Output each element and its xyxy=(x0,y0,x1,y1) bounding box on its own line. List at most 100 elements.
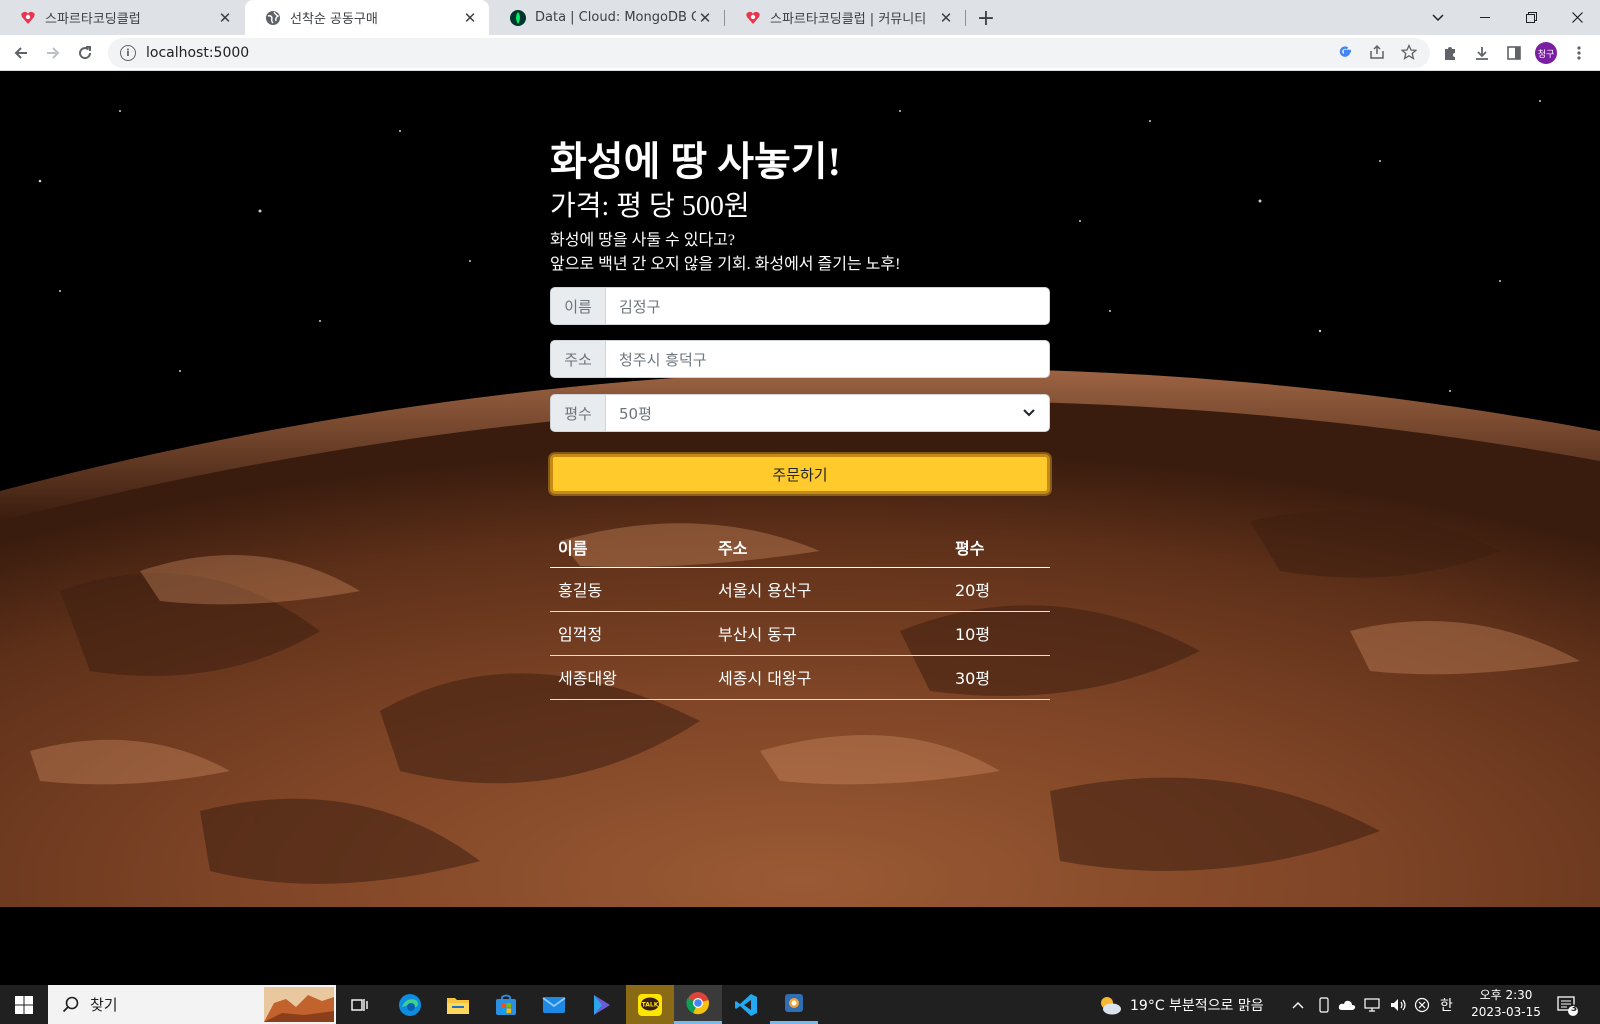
minimize-button[interactable] xyxy=(1462,0,1508,35)
vscode-icon[interactable] xyxy=(722,985,770,1024)
profile-avatar[interactable]: 청구 xyxy=(1535,42,1557,64)
share-icon[interactable] xyxy=(1366,41,1388,63)
forward-button[interactable] xyxy=(39,39,67,67)
size-select[interactable]: 50평 xyxy=(606,395,1009,431)
close-icon[interactable]: ✕ xyxy=(216,9,234,27)
space-background-strip xyxy=(0,907,1600,985)
orders-table: 이름 주소 평수 홍길동 서울시 용산구 20평 임꺽정 부산시 동구 10평 … xyxy=(550,527,1050,700)
power-automate-icon[interactable] xyxy=(578,985,626,1024)
taskbar-search-box[interactable]: 찾기 xyxy=(48,985,336,1024)
windows-logo-icon xyxy=(15,995,33,1014)
sparta-favicon xyxy=(745,10,761,26)
notification-center-button[interactable]: 3 xyxy=(1556,985,1578,1024)
tab-sparta-community[interactable]: 스파르타코딩클럽 | 커뮤니티 ✕ xyxy=(725,0,965,35)
onedrive-cloud-icon[interactable] xyxy=(1338,985,1356,1024)
close-icon[interactable]: ✕ xyxy=(696,9,714,27)
clock-time: 오후 2:30 xyxy=(1479,988,1533,1002)
tab-title: Data | Cloud: MongoDB Cloud xyxy=(535,10,696,25)
chrome-icon[interactable] xyxy=(674,985,722,1024)
chevron-down-icon[interactable] xyxy=(1009,395,1049,431)
address-input[interactable]: 청주시 흥덕구 xyxy=(606,341,1049,377)
table-row: 홍길동 서울시 용산구 20평 xyxy=(550,567,1050,612)
cell-name: 임꺽정 xyxy=(550,611,710,656)
cell-name: 홍길동 xyxy=(550,567,710,612)
site-info-icon[interactable]: i xyxy=(120,45,136,61)
search-placeholder: 찾기 xyxy=(90,996,118,1014)
back-arrow-icon xyxy=(14,47,27,59)
back-button[interactable] xyxy=(7,39,35,67)
menu-kebab-icon[interactable] xyxy=(1565,39,1593,67)
cell-address: 부산시 동구 xyxy=(710,611,947,656)
globe-icon xyxy=(265,10,281,26)
weather-widget[interactable]: 19°C 부분적으로 맑음 xyxy=(1098,985,1264,1024)
search-highlight-image xyxy=(264,987,334,1022)
close-icon[interactable]: ✕ xyxy=(461,9,479,27)
name-input[interactable]: 김정구 xyxy=(606,288,1049,324)
device-icon[interactable] xyxy=(1318,985,1330,1024)
volume-icon[interactable] xyxy=(1390,985,1408,1024)
clock-date: 2023-03-15 xyxy=(1471,1005,1541,1019)
address-input-group: 주소 청주시 흥덕구 xyxy=(550,340,1050,378)
new-tab-button[interactable]: + xyxy=(972,4,1000,32)
microsoft-store-icon[interactable] xyxy=(482,985,530,1024)
browser-toolbar: i localhost:5000 청구 xyxy=(0,35,1600,71)
tab-sparta[interactable]: 스파르타코딩클럽 ✕ xyxy=(0,0,244,35)
description-line-2: 앞으로 백년 간 오지 않을 기회. 화성에서 즐기는 노후! xyxy=(550,256,901,273)
tab-search-button[interactable] xyxy=(1415,0,1461,35)
forward-arrow-icon xyxy=(47,47,60,59)
close-icon[interactable]: ✕ xyxy=(937,9,955,27)
browser-tab-strip: 스파르타코딩클럽 ✕ 선착순 공동구매 ✕ Data | Cloud: Mong… xyxy=(0,0,1600,35)
svg-text:TALK: TALK xyxy=(642,1001,659,1008)
page-title: 화성에 땅 사놓기! xyxy=(550,139,841,184)
column-header-address: 주소 xyxy=(710,527,947,568)
taskbar-clock[interactable]: 오후 2:30 2023-03-15 xyxy=(1468,987,1544,1021)
tab-mongodb[interactable]: Data | Cloud: MongoDB Cloud ✕ xyxy=(490,0,724,35)
order-button[interactable]: 주문하기 xyxy=(550,454,1050,494)
download-icon[interactable] xyxy=(1468,39,1496,67)
windows-start-button[interactable] xyxy=(0,985,48,1024)
cell-name: 세종대왕 xyxy=(550,655,710,700)
side-panel-icon[interactable] xyxy=(1500,39,1528,67)
mongodb-leaf-icon xyxy=(510,9,526,26)
muted-status-icon[interactable] xyxy=(1414,985,1430,1024)
windows-taskbar: 찾기 TALK 19°C 부분적으로 맑음 한 오후 2:30 2023-03-… xyxy=(0,985,1600,1024)
cell-size: 20평 xyxy=(947,567,1050,612)
weather-text: 19°C 부분적으로 맑음 xyxy=(1130,997,1264,1014)
price-heading: 가격: 평 당 500원 xyxy=(550,191,750,222)
show-hidden-icons-button[interactable] xyxy=(1292,985,1304,1024)
mail-icon[interactable] xyxy=(530,985,578,1024)
snipping-tool-icon[interactable] xyxy=(770,985,818,1024)
name-label: 이름 xyxy=(551,288,606,324)
restore-button[interactable] xyxy=(1508,0,1554,35)
description-line-1: 화성에 땅을 사둘 수 있다고? xyxy=(550,232,736,249)
name-input-group: 이름 김정구 xyxy=(550,287,1050,325)
google-lens-icon[interactable] xyxy=(1334,41,1356,63)
ime-indicator[interactable]: 한 xyxy=(1440,985,1453,1024)
extensions-puzzle-icon[interactable] xyxy=(1436,39,1464,67)
cell-size: 10평 xyxy=(947,611,1050,656)
network-icon[interactable] xyxy=(1364,985,1382,1024)
task-view-icon[interactable] xyxy=(336,985,384,1024)
file-explorer-icon[interactable] xyxy=(434,985,482,1024)
edge-browser-icon[interactable] xyxy=(386,985,434,1024)
chevron-up-icon xyxy=(1292,1001,1304,1008)
cell-address: 서울시 용산구 xyxy=(710,567,947,612)
sparta-favicon xyxy=(20,10,36,26)
table-row: 임꺽정 부산시 동구 10평 xyxy=(550,611,1050,656)
reload-button[interactable] xyxy=(71,39,99,67)
tab-title: 스파르타코딩클럽 xyxy=(45,12,141,27)
kakaotalk-icon[interactable]: TALK xyxy=(626,985,674,1024)
cell-address: 세종시 대왕구 xyxy=(710,655,947,700)
table-row: 세종대왕 세종시 대왕구 30평 xyxy=(550,655,1050,700)
tab-gongdong[interactable]: 선착순 공동구매 ✕ xyxy=(245,0,489,35)
table-header-row: 이름 주소 평수 xyxy=(550,527,1050,568)
column-header-size: 평수 xyxy=(947,527,1050,568)
close-window-button[interactable] xyxy=(1554,0,1600,35)
address-bar[interactable]: i localhost:5000 xyxy=(108,38,1430,68)
cell-size: 30평 xyxy=(947,655,1050,700)
bookmark-star-icon[interactable] xyxy=(1398,41,1420,63)
column-header-name: 이름 xyxy=(550,527,710,568)
tab-separator xyxy=(965,10,966,26)
size-select-group: 평수 50평 xyxy=(550,394,1050,432)
url-text: localhost:5000 xyxy=(146,45,250,61)
